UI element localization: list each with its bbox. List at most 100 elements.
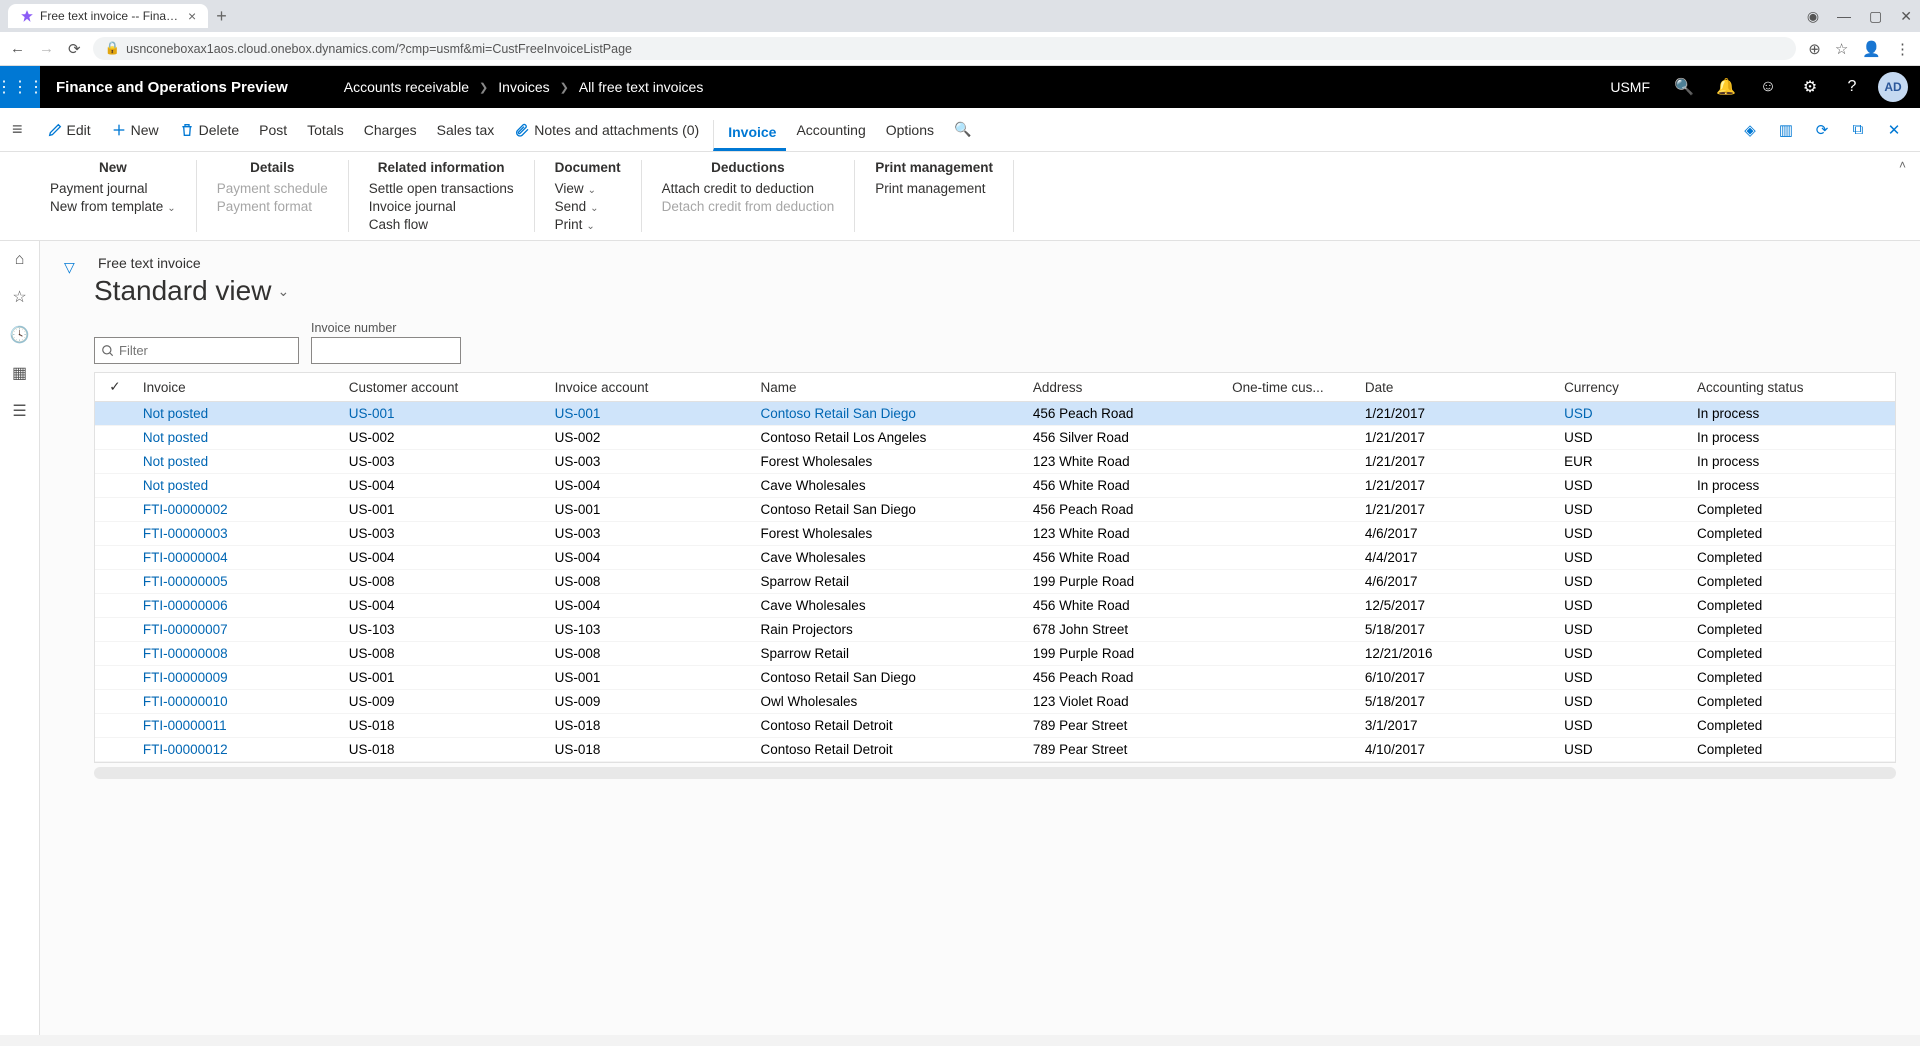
- table-row[interactable]: Not postedUS-001US-001Contoso Retail San…: [95, 402, 1895, 426]
- browser-tab[interactable]: Free text invoice -- Fina… ×: [8, 4, 208, 28]
- cash-flow-link[interactable]: Cash flow: [369, 217, 514, 232]
- home-icon[interactable]: ⌂: [15, 251, 25, 269]
- favorite-icon[interactable]: ☆: [12, 287, 26, 307]
- print-link[interactable]: Print⌄: [555, 217, 621, 232]
- row-checkbox[interactable]: [95, 522, 135, 546]
- cell-invoice[interactable]: FTI-00000007: [135, 618, 341, 642]
- cell-invoice[interactable]: FTI-00000012: [135, 738, 341, 762]
- row-checkbox[interactable]: [95, 570, 135, 594]
- col-date[interactable]: Date: [1357, 373, 1556, 402]
- bell-icon[interactable]: 🔔: [1710, 71, 1742, 103]
- diamond-icon[interactable]: ◈: [1736, 116, 1764, 144]
- workspace-icon[interactable]: ▦: [12, 363, 27, 383]
- zoom-icon[interactable]: ⊕: [1808, 40, 1821, 58]
- row-checkbox[interactable]: [95, 618, 135, 642]
- collapse-ribbon-icon[interactable]: ˄: [1899, 158, 1906, 172]
- cell-invoice[interactable]: FTI-00000009: [135, 666, 341, 690]
- table-row[interactable]: FTI-00000005US-008US-008Sparrow Retail19…: [95, 570, 1895, 594]
- cell-invoice[interactable]: FTI-00000010: [135, 690, 341, 714]
- breadcrumb-item[interactable]: Accounts receivable: [344, 79, 469, 95]
- table-row[interactable]: Not postedUS-004US-004Cave Wholesales456…: [95, 474, 1895, 498]
- cell-customer[interactable]: US-001: [341, 402, 547, 426]
- settle-open-tx-link[interactable]: Settle open transactions: [369, 181, 514, 196]
- cell-customer[interactable]: US-001: [341, 666, 547, 690]
- row-checkbox[interactable]: [95, 690, 135, 714]
- cell-customer[interactable]: US-001: [341, 498, 547, 522]
- row-checkbox[interactable]: [95, 738, 135, 762]
- cell-customer[interactable]: US-002: [341, 426, 547, 450]
- table-row[interactable]: FTI-00000009US-001US-001Contoso Retail S…: [95, 666, 1895, 690]
- search-icon[interactable]: 🔍: [1668, 71, 1700, 103]
- row-checkbox[interactable]: [95, 426, 135, 450]
- row-checkbox[interactable]: [95, 546, 135, 570]
- charges-button[interactable]: Charges: [354, 118, 427, 142]
- help-icon[interactable]: ?: [1836, 71, 1868, 103]
- row-checkbox[interactable]: [95, 642, 135, 666]
- view-link[interactable]: View⌄: [555, 181, 621, 196]
- close-window-icon[interactable]: ✕: [1900, 8, 1912, 25]
- actionbar-search-icon[interactable]: 🔍: [944, 117, 981, 142]
- send-link[interactable]: Send⌄: [555, 199, 621, 214]
- invoice-number-input[interactable]: [311, 337, 461, 364]
- table-row[interactable]: FTI-00000003US-003US-003Forest Wholesale…: [95, 522, 1895, 546]
- cell-customer[interactable]: US-003: [341, 522, 547, 546]
- tab-close-icon[interactable]: ×: [188, 8, 196, 24]
- cell-customer[interactable]: US-004: [341, 546, 547, 570]
- cell-invoice[interactable]: Not posted: [135, 402, 341, 426]
- col-currency[interactable]: Currency: [1556, 373, 1689, 402]
- row-checkbox[interactable]: [95, 714, 135, 738]
- table-row[interactable]: FTI-00000010US-009US-009Owl Wholesales12…: [95, 690, 1895, 714]
- cell-customer[interactable]: US-009: [341, 690, 547, 714]
- app-launcher-icon[interactable]: ⋮⋮⋮: [0, 66, 40, 108]
- cell-customer[interactable]: US-004: [341, 474, 547, 498]
- table-row[interactable]: FTI-00000002US-001US-001Contoso Retail S…: [95, 498, 1895, 522]
- url-field[interactable]: 🔒 usnconeboxax1aos.cloud.onebox.dynamics…: [93, 37, 1797, 60]
- col-name[interactable]: Name: [753, 373, 1025, 402]
- row-checkbox[interactable]: [95, 402, 135, 426]
- edit-button[interactable]: Edit: [37, 118, 101, 142]
- row-checkbox[interactable]: [95, 498, 135, 522]
- back-icon[interactable]: ←: [10, 40, 25, 58]
- table-row[interactable]: FTI-00000007US-103US-103Rain Projectors6…: [95, 618, 1895, 642]
- tab-options[interactable]: Options: [876, 118, 944, 142]
- cell-customer[interactable]: US-008: [341, 570, 547, 594]
- cell-invoice[interactable]: Not posted: [135, 426, 341, 450]
- table-row[interactable]: Not postedUS-002US-002Contoso Retail Los…: [95, 426, 1895, 450]
- new-button[interactable]: New: [101, 118, 169, 142]
- user-icon[interactable]: ◉: [1807, 8, 1819, 25]
- cell-invoice[interactable]: FTI-00000004: [135, 546, 341, 570]
- cell-invoice[interactable]: FTI-00000011: [135, 714, 341, 738]
- attach-credit-link[interactable]: Attach credit to deduction: [662, 181, 835, 196]
- star-icon[interactable]: ☆: [1835, 40, 1848, 58]
- table-row[interactable]: FTI-00000006US-004US-004Cave Wholesales4…: [95, 594, 1895, 618]
- view-selector[interactable]: Standard view ⌄: [94, 275, 1896, 307]
- cell-invoice[interactable]: FTI-00000008: [135, 642, 341, 666]
- row-checkbox[interactable]: [95, 450, 135, 474]
- hamburger-icon[interactable]: ≡: [12, 119, 23, 140]
- post-button[interactable]: Post: [249, 118, 297, 142]
- avatar[interactable]: AD: [1878, 72, 1908, 102]
- breadcrumb-item[interactable]: All free text invoices: [579, 79, 704, 95]
- breadcrumb-item[interactable]: Invoices: [498, 79, 549, 95]
- cell-invoice[interactable]: FTI-00000003: [135, 522, 341, 546]
- col-address[interactable]: Address: [1025, 373, 1224, 402]
- new-from-template-link[interactable]: New from template⌄: [50, 199, 176, 214]
- cell-invoice[interactable]: FTI-00000006: [135, 594, 341, 618]
- salestax-button[interactable]: Sales tax: [427, 118, 505, 142]
- table-row[interactable]: Not postedUS-003US-003Forest Wholesales1…: [95, 450, 1895, 474]
- col-onetime[interactable]: One-time cus...: [1224, 373, 1357, 402]
- payment-journal-link[interactable]: Payment journal: [50, 181, 176, 196]
- tab-accounting[interactable]: Accounting: [786, 118, 875, 142]
- office-icon[interactable]: ▥: [1772, 116, 1800, 144]
- reload-icon[interactable]: ⟳: [68, 40, 81, 58]
- new-tab-button[interactable]: +: [216, 6, 227, 27]
- company-selector[interactable]: USMF: [1602, 79, 1658, 95]
- cell-customer[interactable]: US-103: [341, 618, 547, 642]
- cell-invoice[interactable]: FTI-00000005: [135, 570, 341, 594]
- table-row[interactable]: FTI-00000008US-008US-008Sparrow Retail19…: [95, 642, 1895, 666]
- print-management-link[interactable]: Print management: [875, 181, 993, 196]
- filter-pane-icon[interactable]: ▽: [64, 259, 75, 275]
- table-row[interactable]: FTI-00000011US-018US-018Contoso Retail D…: [95, 714, 1895, 738]
- tab-invoice[interactable]: Invoice: [713, 120, 786, 151]
- delete-button[interactable]: Delete: [169, 118, 249, 142]
